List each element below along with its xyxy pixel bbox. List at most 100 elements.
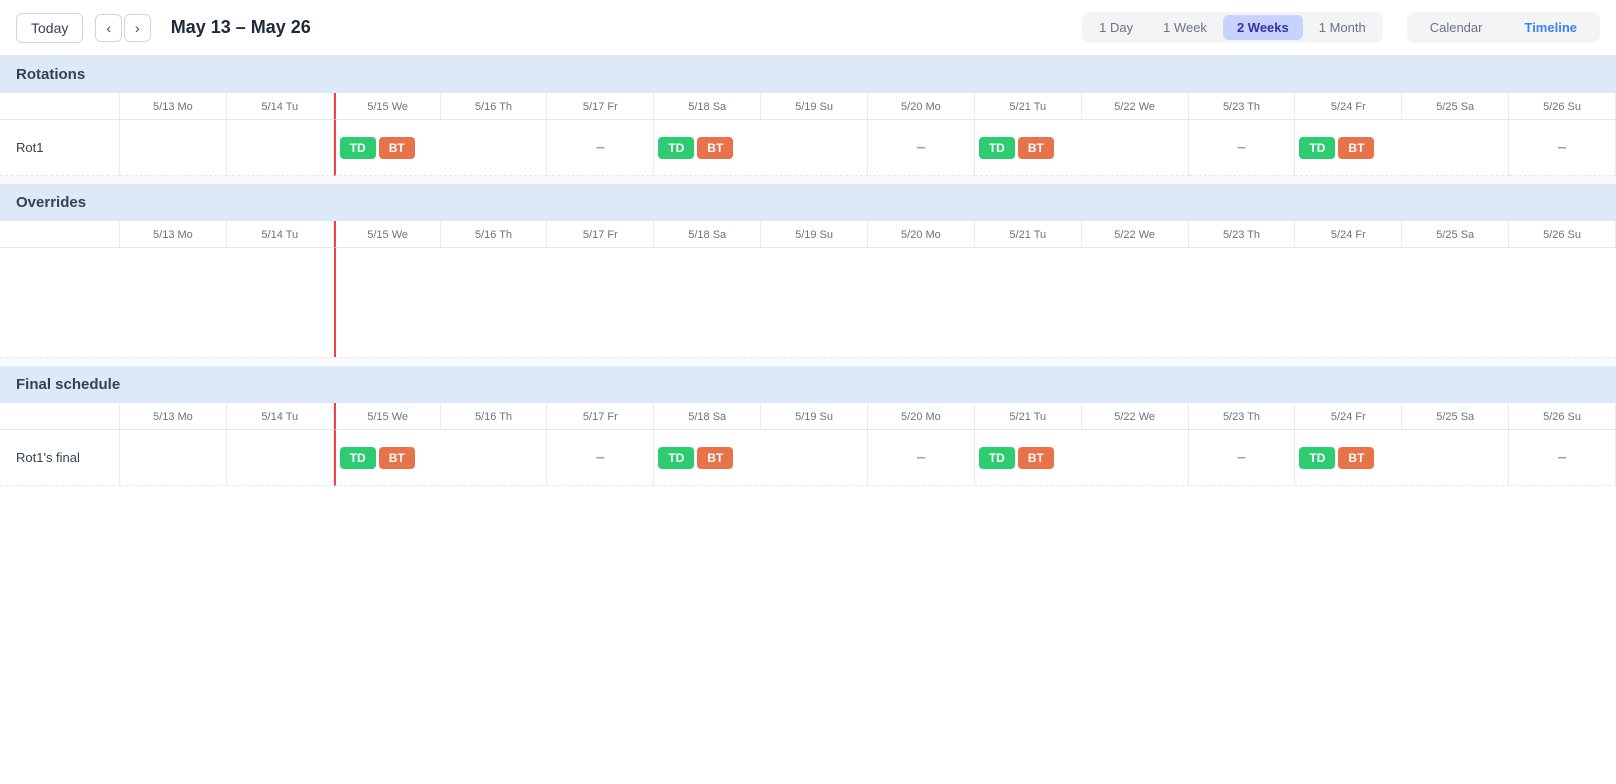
fs-cell-2-3[interactable]: TD BT: [334, 430, 548, 486]
col-header-1: 5/14 Tu: [227, 93, 334, 120]
mode-calendar[interactable]: Calendar: [1410, 15, 1503, 40]
ov-col-header-12: 5/25 Sa: [1402, 221, 1509, 248]
fs-col-header-8: 5/21 Tu: [975, 403, 1082, 430]
ov-col-header-13: 5/26 Su: [1509, 221, 1616, 248]
col-header-6: 5/19 Su: [761, 93, 868, 120]
rotations-header: Rotations: [0, 56, 1616, 93]
fs-cell-11-12[interactable]: TD BT: [1295, 430, 1509, 486]
ov-col-header-7: 5/20 Mo: [868, 221, 975, 248]
fs-chip-td-1[interactable]: TD: [340, 447, 376, 469]
fs-col-label-empty: [0, 403, 120, 430]
col-header-7: 5/20 Mo: [868, 93, 975, 120]
fs-dash-3: –: [1233, 449, 1250, 467]
fs-col-header-1: 5/14 Tu: [227, 403, 334, 430]
rot1-chip-td-4[interactable]: TD: [1299, 137, 1335, 159]
rot1-dash-3: –: [1233, 139, 1250, 157]
overrides-section: Overrides 5/13 Mo 5/14 Tu 5/15 We 5/16 T…: [0, 184, 1616, 358]
ov-col-label-empty: [0, 221, 120, 248]
overrides-empty-area: [0, 248, 1616, 358]
view-1week[interactable]: 1 Week: [1149, 15, 1221, 40]
fs-col-header-0: 5/13 Mo: [120, 403, 227, 430]
rot1-cell-5-6[interactable]: TD BT: [654, 120, 868, 176]
rot1-chip-bt-2[interactable]: BT: [697, 137, 733, 159]
rot1-chip-td-3[interactable]: TD: [979, 137, 1015, 159]
ov-col-header-9: 5/22 We: [1082, 221, 1189, 248]
rot1-chip-bt-1[interactable]: BT: [379, 137, 415, 159]
final-schedule-section: Final schedule 5/13 Mo 5/14 Tu 5/15 We 5…: [0, 366, 1616, 486]
mode-timeline[interactable]: Timeline: [1504, 15, 1597, 40]
rot1-cell-10: –: [1189, 120, 1296, 176]
rot1-chip-td-2[interactable]: TD: [658, 137, 694, 159]
fs-col-header-13: 5/26 Su: [1509, 403, 1616, 430]
fs-chip-td-2[interactable]: TD: [658, 447, 694, 469]
ov-col-header-10: 5/23 Th: [1189, 221, 1296, 248]
nav-group: ‹ ›: [95, 14, 150, 42]
overrides-header: Overrides: [0, 184, 1616, 221]
fs-cell-8-9[interactable]: TD BT: [975, 430, 1189, 486]
col-header-12: 5/25 Sa: [1402, 93, 1509, 120]
fs-cell-7: –: [868, 430, 975, 486]
today-button[interactable]: Today: [16, 13, 83, 43]
next-button[interactable]: ›: [124, 14, 151, 42]
rot1-cell-4: –: [547, 120, 654, 176]
view-group: 1 Day 1 Week 2 Weeks 1 Month: [1082, 12, 1383, 43]
fs-col-header-12: 5/25 Sa: [1402, 403, 1509, 430]
fs-chip-bt-1[interactable]: BT: [379, 447, 415, 469]
toolbar: Today ‹ › May 13 – May 26 1 Day 1 Week 2…: [0, 0, 1616, 56]
fs-cell-1: [227, 430, 334, 486]
fs-chip-bt-2[interactable]: BT: [697, 447, 733, 469]
rot1-cell-0: [120, 120, 227, 176]
view-2weeks[interactable]: 2 Weeks: [1223, 15, 1303, 40]
fs-chip-bt-4[interactable]: BT: [1338, 447, 1374, 469]
fs-dash-4: –: [1554, 449, 1571, 467]
fs-chip-td-4[interactable]: TD: [1299, 447, 1335, 469]
rot1-dash-1: –: [592, 139, 609, 157]
rot1-cell-2-3[interactable]: TD BT: [334, 120, 548, 176]
col-header-0: 5/13 Mo: [120, 93, 227, 120]
view-1month[interactable]: 1 Month: [1305, 15, 1380, 40]
fs-col-header-10: 5/23 Th: [1189, 403, 1296, 430]
ov-col-header-6: 5/19 Su: [761, 221, 868, 248]
fs-cell-4: –: [547, 430, 654, 486]
rot1-cell-11-12[interactable]: TD BT: [1295, 120, 1509, 176]
overrides-grid: 5/13 Mo 5/14 Tu 5/15 We 5/16 Th 5/17 Fr …: [0, 221, 1616, 358]
mode-group: Calendar Timeline: [1407, 12, 1600, 43]
fs-col-header-2: 5/15 We: [334, 403, 441, 430]
col-header-3: 5/16 Th: [441, 93, 548, 120]
fs-col-header-11: 5/24 Fr: [1295, 403, 1402, 430]
col-header-11: 5/24 Fr: [1295, 93, 1402, 120]
ov-col-header-0: 5/13 Mo: [120, 221, 227, 248]
fs-cell-10: –: [1189, 430, 1296, 486]
rot1-cell-1: [227, 120, 334, 176]
fs-dash-1: –: [592, 449, 609, 467]
rot1-chip-bt-3[interactable]: BT: [1018, 137, 1054, 159]
fs-col-header-3: 5/16 Th: [441, 403, 548, 430]
fs-chip-td-3[interactable]: TD: [979, 447, 1015, 469]
fs-chip-bt-3[interactable]: BT: [1018, 447, 1054, 469]
fs-cell-0: [120, 430, 227, 486]
final-schedule-grid: 5/13 Mo 5/14 Tu 5/15 We 5/16 Th 5/17 Fr …: [0, 403, 1616, 486]
col-header-10: 5/23 Th: [1189, 93, 1296, 120]
prev-button[interactable]: ‹: [95, 14, 122, 42]
rot1-dash-2: –: [912, 139, 929, 157]
rot1-cell-8-9[interactable]: TD BT: [975, 120, 1189, 176]
rot1-label: Rot1: [0, 120, 120, 176]
rot1final-label: Rot1's final: [0, 430, 120, 486]
fs-dash-2: –: [912, 449, 929, 467]
rot1-chip-td-1[interactable]: TD: [340, 137, 376, 159]
fs-cell-13: –: [1509, 430, 1616, 486]
fs-col-header-4: 5/17 Fr: [547, 403, 654, 430]
rotations-grid: 5/13 Mo 5/14 Tu 5/15 We 5/16 Th 5/17 Fr …: [0, 93, 1616, 176]
rot1-chip-bt-4[interactable]: BT: [1338, 137, 1374, 159]
fs-col-header-9: 5/22 We: [1082, 403, 1189, 430]
fs-col-header-6: 5/19 Su: [761, 403, 868, 430]
ov-col-header-4: 5/17 Fr: [547, 221, 654, 248]
main-content: Rotations 5/13 Mo 5/14 Tu 5/15 We 5/16 T…: [0, 56, 1616, 502]
col-header-8: 5/21 Tu: [975, 93, 1082, 120]
ov-col-header-8: 5/21 Tu: [975, 221, 1082, 248]
ov-col-header-11: 5/24 Fr: [1295, 221, 1402, 248]
view-1day[interactable]: 1 Day: [1085, 15, 1147, 40]
fs-cell-5-6[interactable]: TD BT: [654, 430, 868, 486]
rot1-dash-4: –: [1554, 139, 1571, 157]
ov-col-header-3: 5/16 Th: [441, 221, 548, 248]
